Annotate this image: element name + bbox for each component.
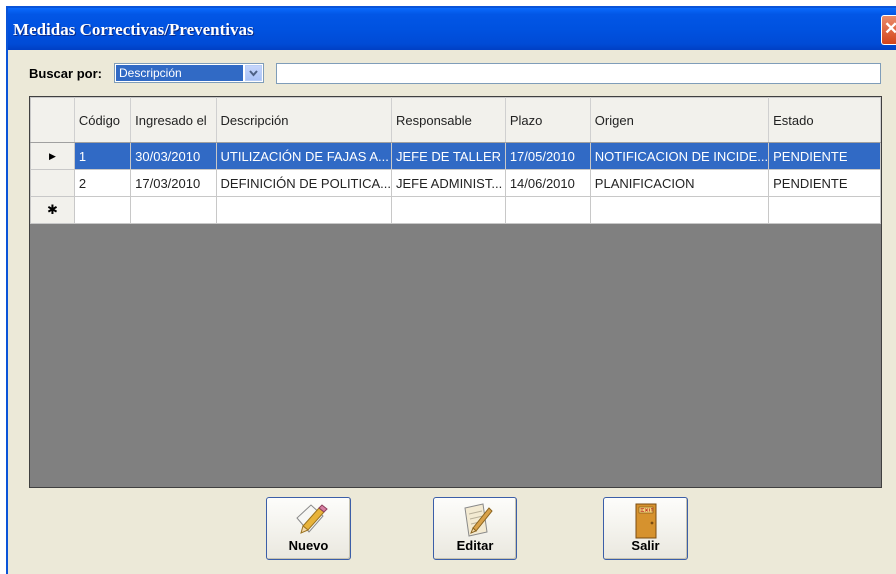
edit-document-icon <box>464 503 493 537</box>
new-cell[interactable] <box>504 196 591 224</box>
cell-estado[interactable]: PENDIENTE <box>768 169 881 197</box>
search-label: Buscar por: <box>29 66 102 81</box>
new-row-indicator[interactable]: ✱ <box>30 196 75 224</box>
salir-label: Salir <box>631 538 660 553</box>
pencil-document-icon <box>295 504 328 534</box>
close-icon: ✕ <box>884 19 896 38</box>
cell-origen[interactable]: NOTIFICACION DE INCIDE... <box>589 142 770 170</box>
nuevo-button[interactable]: Nuevo <box>266 497 351 560</box>
cell-responsable[interactable]: JEFE ADMINIST... <box>391 169 506 197</box>
row-header-corner[interactable] <box>30 97 75 143</box>
search-field-select[interactable]: Descripción <box>114 63 264 83</box>
table-row[interactable]: 2 17/03/2010 DEFINICIÓN DE POLITICA... J… <box>30 169 881 197</box>
new-cell[interactable] <box>73 196 132 224</box>
title-bar[interactable]: Medidas Correctivas/Preventivas ✕ <box>8 8 896 50</box>
cell-ingresado[interactable]: 17/03/2010 <box>130 169 217 197</box>
new-cell[interactable] <box>589 196 770 224</box>
cell-estado[interactable]: PENDIENTE <box>768 142 881 170</box>
editar-button[interactable]: Editar <box>433 497 517 560</box>
column-header-responsable[interactable]: Responsable <box>391 97 506 143</box>
window-title: Medidas Correctivas/Preventivas <box>13 20 254 39</box>
grid-header-row: Código Ingresado el Descripción Responsa… <box>30 97 881 143</box>
new-cell[interactable] <box>768 196 881 224</box>
column-header-plazo[interactable]: Plazo <box>504 97 591 143</box>
column-header-descripcion[interactable]: Descripción <box>215 97 393 143</box>
editar-label: Editar <box>456 538 494 553</box>
column-header-estado[interactable]: Estado <box>768 97 881 143</box>
new-cell[interactable] <box>130 196 217 224</box>
cell-origen[interactable]: PLANIFICACION <box>589 169 770 197</box>
cell-ingresado[interactable]: 30/03/2010 <box>130 142 217 170</box>
column-header-origen[interactable]: Origen <box>589 97 770 143</box>
cell-descripcion[interactable]: UTILIZACIÓN DE FAJAS A... <box>215 142 393 170</box>
data-grid[interactable]: Código Ingresado el Descripción Responsa… <box>29 96 882 488</box>
cell-codigo[interactable]: 2 <box>73 169 132 197</box>
table-row[interactable]: ▶ 1 30/03/2010 UTILIZACIÓN DE FAJAS A...… <box>30 142 881 170</box>
new-row[interactable]: ✱ <box>30 196 881 224</box>
dropdown-button[interactable] <box>245 65 262 81</box>
search-input[interactable] <box>276 63 881 84</box>
cell-responsable[interactable]: JEFE DE TALLER <box>391 142 506 170</box>
column-header-ingresado[interactable]: Ingresado el <box>130 97 217 143</box>
chevron-down-icon <box>249 70 258 77</box>
column-header-codigo[interactable]: Código <box>73 97 132 143</box>
exit-door-icon <box>635 503 656 539</box>
close-button[interactable]: ✕ <box>881 15 896 45</box>
cell-plazo[interactable]: 17/05/2010 <box>504 142 591 170</box>
salir-button[interactable]: Salir <box>603 497 688 560</box>
new-cell[interactable] <box>391 196 506 224</box>
search-field-value: Descripción <box>116 65 243 81</box>
nuevo-label: Nuevo <box>288 538 329 553</box>
new-cell[interactable] <box>215 196 393 224</box>
cell-descripcion[interactable]: DEFINICIÓN DE POLITICA... <box>215 169 393 197</box>
cell-plazo[interactable]: 14/06/2010 <box>504 169 591 197</box>
current-row-indicator[interactable]: ▶ <box>30 142 75 170</box>
cell-codigo[interactable]: 1 <box>73 142 132 170</box>
row-header[interactable] <box>30 169 75 197</box>
